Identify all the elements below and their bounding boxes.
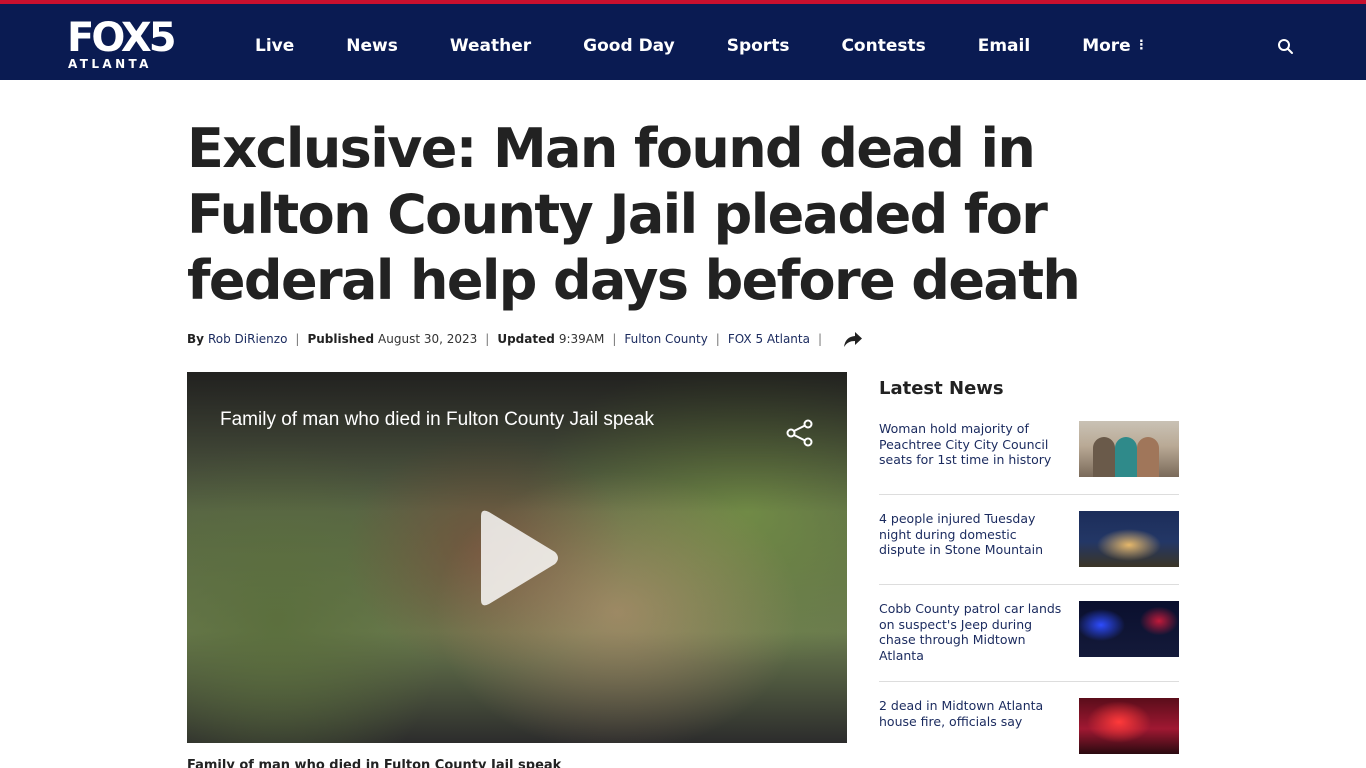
nav-item-contests[interactable]: Contests bbox=[841, 33, 925, 63]
news-divider bbox=[879, 584, 1179, 585]
latest-news-headline[interactable]: 4 people injured Tuesday night during do… bbox=[879, 511, 1064, 567]
latest-news-heading: Latest News bbox=[879, 378, 1004, 399]
latest-news-headline[interactable]: Woman hold majority of Peachtree City Ci… bbox=[879, 421, 1064, 477]
latest-news-item[interactable]: 2 dead in Midtown Atlanta house fire, of… bbox=[879, 698, 1179, 754]
search-icon[interactable] bbox=[1276, 37, 1296, 57]
latest-news-thumbnail[interactable] bbox=[1079, 511, 1179, 567]
published-label: Published bbox=[307, 332, 375, 346]
news-divider bbox=[879, 681, 1179, 682]
nav-item-more[interactable]: More ⋮ bbox=[1082, 33, 1148, 63]
vertical-dots-icon: ⋮ bbox=[1134, 38, 1148, 53]
nav-more-label: More bbox=[1082, 36, 1131, 56]
fox5-atlanta-logo[interactable]: FOX5 ATLANTA bbox=[67, 18, 181, 74]
byline-separator: | bbox=[485, 332, 490, 346]
nav-item-sports[interactable]: Sports bbox=[727, 33, 790, 63]
share-arrow-icon[interactable] bbox=[842, 329, 864, 349]
latest-news-item[interactable]: Cobb County patrol car lands on suspect'… bbox=[879, 601, 1179, 663]
latest-news-headline[interactable]: Cobb County patrol car lands on suspect'… bbox=[879, 601, 1064, 663]
latest-news-thumbnail[interactable] bbox=[1079, 421, 1179, 477]
nav-item-live[interactable]: Live bbox=[255, 33, 294, 63]
nav-item-news[interactable]: News bbox=[346, 33, 398, 63]
latest-news-item[interactable]: Woman hold majority of Peachtree City Ci… bbox=[879, 421, 1179, 477]
byline-separator: | bbox=[715, 332, 720, 346]
updated-label: Updated bbox=[497, 332, 555, 346]
byline-by-label: By bbox=[187, 332, 204, 346]
category-link[interactable]: Fulton County bbox=[624, 332, 707, 346]
byline-separator: | bbox=[817, 332, 823, 346]
news-divider bbox=[879, 494, 1179, 495]
video-title: Family of man who died in Fulton County … bbox=[220, 409, 655, 430]
article-headline: Exclusive: Man found dead in Fulton Coun… bbox=[187, 117, 1081, 312]
author-link[interactable]: Rob DiRienzo bbox=[208, 332, 287, 346]
nav-item-weather[interactable]: Weather bbox=[450, 33, 531, 63]
nav-item-good-day[interactable]: Good Day bbox=[583, 33, 675, 63]
latest-news-thumbnail[interactable] bbox=[1079, 601, 1179, 657]
top-navigation-bar: FOX5 ATLANTA Live News Weather Good Day … bbox=[0, 0, 1366, 80]
byline-separator: | bbox=[295, 332, 300, 346]
logo-wordmark: FOX5 bbox=[67, 15, 177, 61]
published-date: August 30, 2023 bbox=[378, 332, 478, 346]
updated-time: 9:39AM bbox=[558, 332, 605, 346]
article-byline: By Rob DiRienzo | Published August 30, 2… bbox=[187, 328, 864, 350]
nav-item-email[interactable]: Email bbox=[978, 33, 1030, 63]
video-player[interactable]: Family of man who died in Fulton County … bbox=[187, 372, 847, 743]
video-caption: Family of man who died in Fulton County … bbox=[187, 758, 562, 768]
play-icon[interactable] bbox=[475, 508, 561, 608]
main-nav: Live News Weather Good Day Sports Contes… bbox=[255, 33, 1148, 63]
latest-news-item[interactable]: 4 people injured Tuesday night during do… bbox=[879, 511, 1179, 567]
latest-news-thumbnail[interactable] bbox=[1079, 698, 1179, 754]
source-link[interactable]: FOX 5 Atlanta bbox=[728, 332, 810, 346]
video-title-gradient bbox=[187, 372, 847, 512]
latest-news-headline[interactable]: 2 dead in Midtown Atlanta house fire, of… bbox=[879, 698, 1064, 754]
share-icon[interactable] bbox=[785, 418, 815, 448]
byline-separator: | bbox=[612, 332, 617, 346]
